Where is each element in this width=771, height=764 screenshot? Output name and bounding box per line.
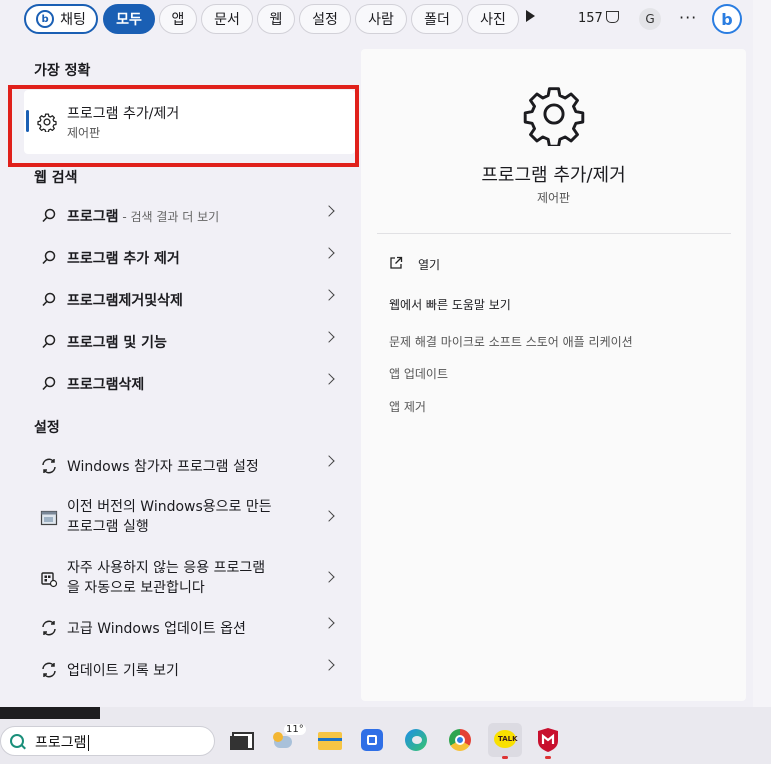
chrome-icon[interactable] (446, 726, 474, 754)
active-indicator (502, 756, 508, 759)
filter-web[interactable]: 웹 (257, 4, 295, 34)
filter-people[interactable]: 사람 (355, 4, 407, 34)
web-help-heading: 웹에서 빠른 도움말 보기 (389, 298, 511, 312)
settings-result-line1: 자주 사용하지 않는 응용 프로그램 (67, 560, 266, 576)
web-result-hint: - 검색 결과 더 보기 (118, 210, 220, 224)
search-icon (42, 376, 56, 391)
task-view-icon[interactable] (228, 726, 256, 754)
more-filters-icon[interactable] (526, 10, 535, 22)
filter-documents[interactable]: 문서 (201, 4, 253, 34)
web-result-label: 프로그램제거및삭제 (67, 293, 183, 309)
mcafee-icon[interactable] (534, 726, 562, 754)
chevron-right-icon[interactable] (323, 659, 335, 671)
chat-button[interactable]: b 채팅 (24, 4, 98, 34)
chevron-right-icon[interactable] (323, 571, 335, 583)
edge-icon[interactable] (402, 726, 430, 754)
sync-icon (42, 620, 56, 636)
panel-edge (753, 0, 771, 707)
help-link[interactable]: 앱 제거 (389, 398, 426, 415)
settings-result-row[interactable]: 이전 버전의 Windows용으로 만든프로그램 실행 (24, 497, 355, 539)
chat-label: 채팅 (60, 12, 86, 28)
chevron-right-icon[interactable] (323, 373, 335, 385)
settings-result-line1: 이전 버전의 Windows용으로 만든 (67, 499, 272, 515)
detail-subtitle: 제어판 (536, 191, 571, 205)
filter-folders[interactable]: 폴더 (411, 4, 463, 34)
settings-result-line2: 프로그램 실행 (67, 519, 149, 535)
detail-pane: 프로그램 추가/제거 제어판 열기 웹에서 빠른 도움말 보기 문제 해결 마이… (361, 49, 746, 701)
trophy-icon (606, 11, 619, 23)
active-indicator (545, 756, 551, 759)
web-result-row[interactable]: 프로그램 - 검색 결과 더 보기 (24, 198, 355, 234)
settings-result-line2: 을 자동으로 보관합니다 (67, 580, 205, 596)
best-match-heading: 가장 정확 (34, 63, 91, 79)
taskbar-search-input[interactable]: 프로그램 (0, 726, 215, 756)
kakaotalk-icon[interactable]: TALK (488, 723, 522, 757)
account-avatar[interactable]: G (639, 8, 661, 30)
chevron-right-icon[interactable] (323, 455, 335, 467)
gear-icon (523, 87, 585, 146)
web-search-heading: 웹 검색 (34, 170, 78, 186)
more-options-icon[interactable]: ··· (679, 8, 697, 27)
text-caret (87, 735, 89, 751)
settings-result-label: 업데이트 기록 보기 (67, 663, 179, 679)
chevron-right-icon[interactable] (323, 247, 335, 259)
web-result-label: 프로그램 추가 제거 (67, 251, 180, 267)
settings-result-row[interactable]: 고급 Windows 업데이트 옵션 (24, 610, 355, 646)
compat-window-icon (40, 510, 58, 526)
sync-icon (42, 458, 56, 474)
search-icon (42, 334, 56, 349)
chevron-right-icon[interactable] (323, 331, 335, 343)
settings-result-row[interactable]: Windows 참가자 프로그램 설정 (24, 448, 355, 484)
settings-heading: 설정 (34, 420, 60, 436)
web-result-label: 프로그램삭제 (67, 377, 145, 393)
sync-icon (42, 662, 56, 678)
help-link[interactable]: 문제 해결 마이크로 소프트 스토어 애플 리케이션 (389, 333, 633, 350)
web-result-row[interactable]: 프로그램 및 기능 (24, 324, 355, 360)
settings-result-row[interactable]: 업데이트 기록 보기 (24, 652, 355, 688)
open-action[interactable]: 열기 (418, 256, 440, 273)
archive-app-icon (41, 572, 58, 588)
widgets-app-icon[interactable] (358, 726, 386, 754)
bing-chat-icon: b (36, 10, 55, 28)
filter-apps[interactable]: 앱 (159, 4, 197, 34)
background-window (0, 707, 100, 719)
help-link[interactable]: 앱 업데이트 (389, 365, 448, 382)
file-explorer-icon[interactable] (316, 726, 344, 754)
bing-icon[interactable]: b (712, 4, 742, 34)
weather-temperature: 11° (284, 724, 306, 735)
search-icon (10, 734, 24, 748)
divider (377, 233, 731, 234)
filter-settings[interactable]: 설정 (299, 4, 351, 34)
search-icon (42, 208, 56, 223)
rewards-points[interactable]: 157 (578, 11, 603, 26)
highlight-box (8, 85, 359, 167)
web-result-row[interactable]: 프로그램삭제 (24, 366, 355, 402)
filter-photos[interactable]: 사진 (467, 4, 519, 34)
chevron-right-icon[interactable] (323, 510, 335, 522)
web-result-label: 프로그램 및 기능 (67, 335, 167, 351)
settings-result-label: 고급 Windows 업데이트 옵션 (67, 621, 246, 637)
search-query: 프로그램 (35, 735, 87, 751)
web-result-row[interactable]: 프로그램제거및삭제 (24, 282, 355, 318)
chevron-right-icon[interactable] (323, 289, 335, 301)
detail-title: 프로그램 추가/제거 (481, 165, 626, 186)
chevron-right-icon[interactable] (323, 617, 335, 629)
settings-result-row[interactable]: 자주 사용하지 않는 응용 프로그램을 자동으로 보관합니다 (24, 558, 355, 600)
filter-all[interactable]: 모두 (103, 4, 155, 34)
chevron-right-icon[interactable] (323, 205, 335, 217)
open-external-icon (390, 256, 403, 269)
search-icon (42, 292, 56, 307)
settings-result-label: Windows 참가자 프로그램 설정 (67, 459, 259, 475)
web-result-row[interactable]: 프로그램 추가 제거 (24, 240, 355, 276)
web-result-label: 프로그램 (67, 209, 119, 225)
search-icon (42, 250, 56, 265)
